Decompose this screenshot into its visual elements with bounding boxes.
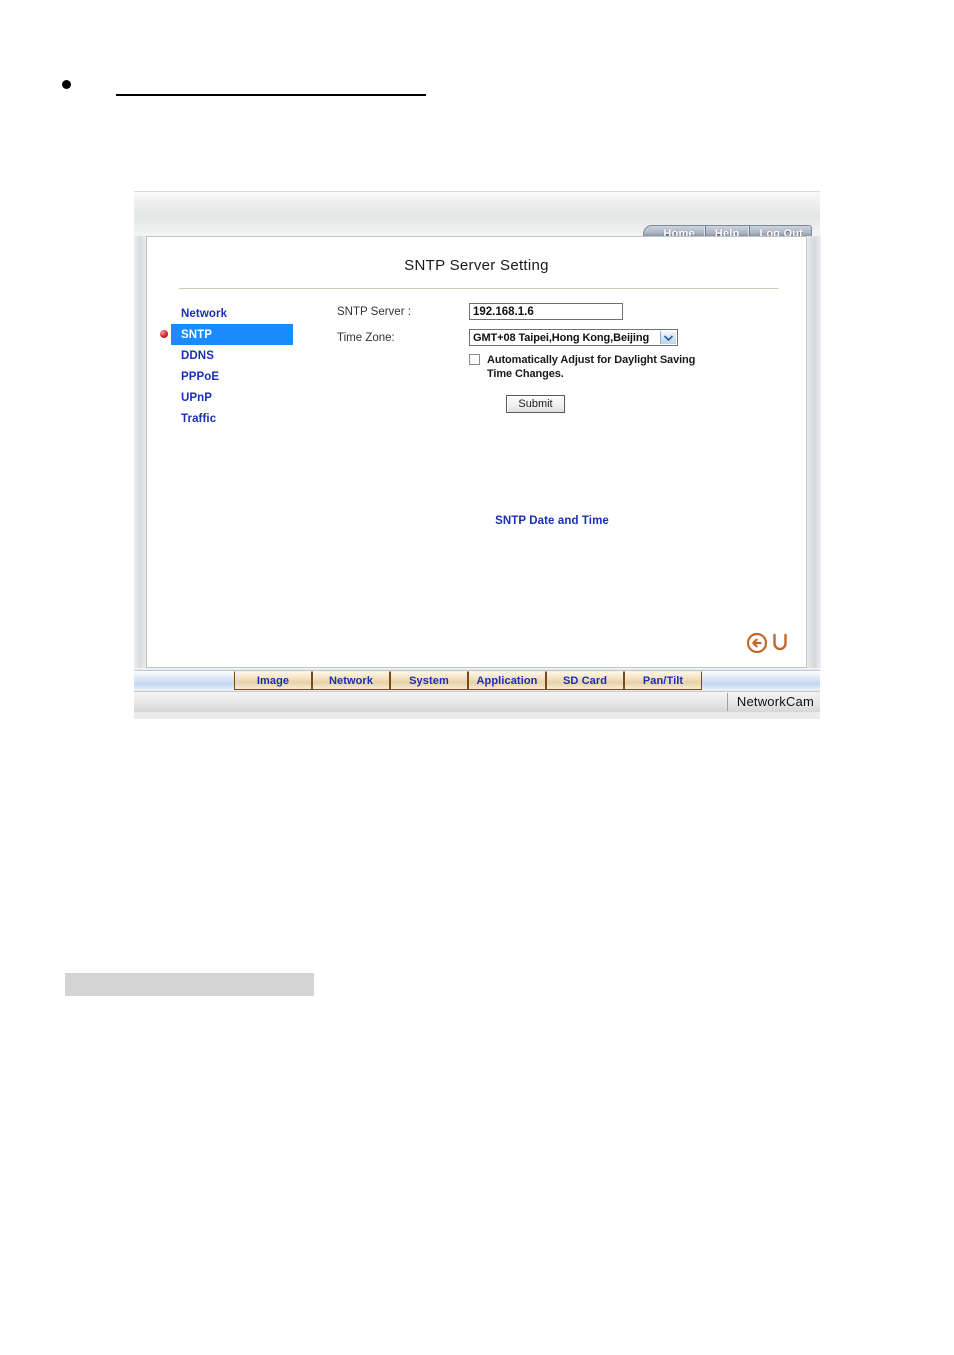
- brand-logo-text: NetworkCam: [736, 694, 814, 709]
- title-divider: [179, 288, 779, 289]
- daylight-saving-checkbox[interactable]: [469, 354, 480, 365]
- tab-network[interactable]: Network: [312, 671, 390, 690]
- tab-sd-card[interactable]: SD Card: [546, 671, 624, 690]
- sntp-settings-form: SNTP Server : Time Zone: GMT+08 Taipei,H…: [337, 303, 767, 527]
- device-ui-frame: Home Help Log Out SNTP Server Setting Ne…: [134, 191, 821, 719]
- refresh-icon[interactable]: [770, 632, 790, 659]
- gray-placeholder-block: [65, 973, 314, 996]
- tab-image[interactable]: Image: [234, 671, 312, 690]
- sidebar-item-label: SNTP: [181, 328, 213, 341]
- time-zone-row: Time Zone: GMT+08 Taipei,Hong Kong,Beiji…: [337, 329, 767, 355]
- bullet-point-icon: [62, 80, 71, 89]
- sidebar-item-label: DDNS: [181, 349, 214, 362]
- sntp-server-row: SNTP Server :: [337, 303, 767, 329]
- right-scroll-gutter[interactable]: [806, 236, 821, 668]
- brand-divider: [727, 693, 728, 711]
- brand-bar: NetworkCam: [134, 691, 820, 712]
- sidebar-item-ddns[interactable]: DDNS: [171, 345, 321, 366]
- sidebar-item-network[interactable]: Network: [171, 303, 321, 324]
- left-gutter: [134, 236, 146, 668]
- daylight-saving-label: Automatically Adjust for Daylight Saving…: [487, 354, 696, 380]
- tab-system[interactable]: System: [390, 671, 468, 690]
- document-bullet-heading: [62, 72, 442, 102]
- main-tab-bar: Image Network System Application SD Card…: [134, 670, 820, 690]
- sidebar-item-pppoe[interactable]: PPPoE: [171, 366, 321, 387]
- sidebar-item-traffic[interactable]: Traffic: [171, 408, 321, 429]
- daylight-saving-row: Automatically Adjust for Daylight Saving…: [469, 353, 719, 381]
- chevron-down-icon[interactable]: [660, 331, 676, 344]
- back-arrow-icon[interactable]: [746, 632, 768, 659]
- tab-application[interactable]: Application: [468, 671, 546, 690]
- sidebar-item-label: PPPoE: [181, 370, 220, 383]
- sidebar-item-sntp[interactable]: SNTP: [160, 324, 293, 345]
- sntp-server-input[interactable]: [469, 303, 623, 320]
- time-zone-select[interactable]: GMT+08 Taipei,Hong Kong,Beijing: [469, 329, 678, 346]
- sidebar-item-label: Traffic: [181, 412, 217, 425]
- sidebar-item-label: UPnP: [181, 391, 213, 404]
- tab-pan-tilt[interactable]: Pan/Tilt: [624, 671, 702, 690]
- device-content-page: SNTP Server Setting Network SNTP DDNS PP…: [146, 236, 806, 668]
- time-zone-label: Time Zone:: [337, 332, 395, 344]
- device-bottom-area: Image Network System Application SD Card…: [134, 669, 820, 719]
- sidebar-item-label: Network: [181, 307, 228, 320]
- settings-sidebar: Network SNTP DDNS PPPoE UPnP Traffic: [160, 303, 321, 429]
- active-indicator-dot-icon: [160, 330, 168, 338]
- sntp-date-time-status: SNTP Date and Time: [495, 515, 609, 527]
- submit-button[interactable]: Submit: [506, 395, 565, 413]
- sidebar-item-upnp[interactable]: UPnP: [171, 387, 321, 408]
- heading-underline: [116, 94, 426, 96]
- page-title: SNTP Server Setting: [404, 257, 549, 274]
- time-zone-selected-value: GMT+08 Taipei,Hong Kong,Beijing: [473, 331, 650, 344]
- tabbar-left-spacer: [134, 671, 234, 690]
- sntp-server-label: SNTP Server :: [337, 306, 411, 318]
- page-nav-icons: [746, 632, 790, 659]
